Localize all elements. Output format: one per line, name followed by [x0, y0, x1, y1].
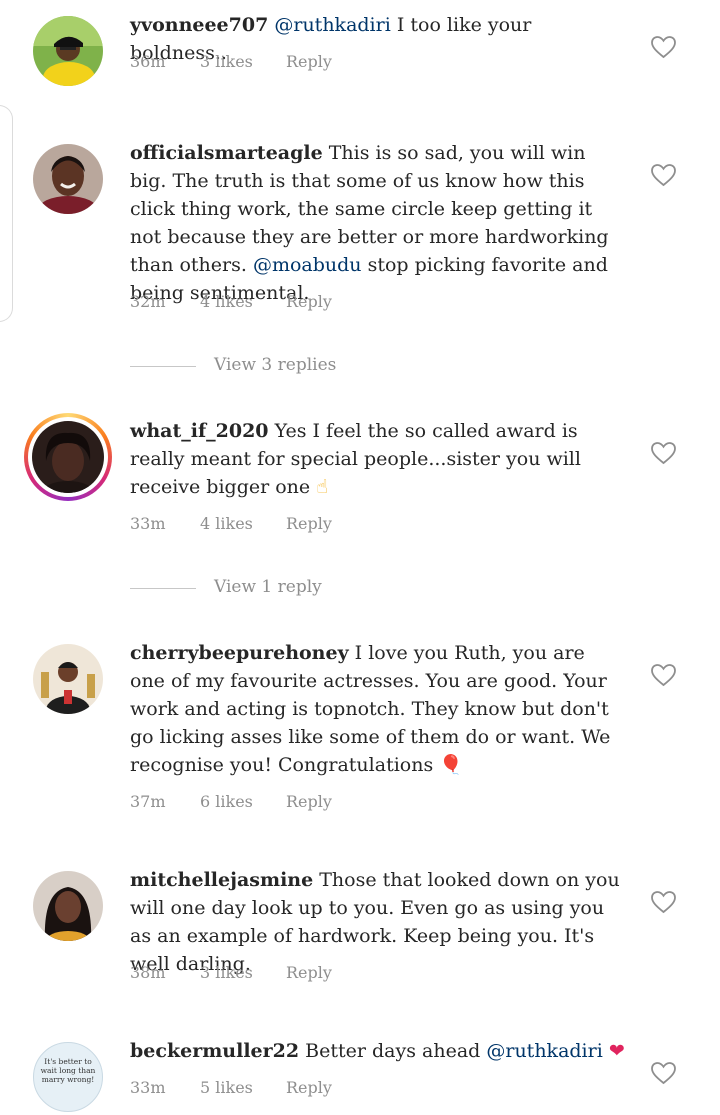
- heart-outline-icon: [651, 442, 676, 465]
- comment-mention[interactable]: @ruthkadiri: [274, 14, 390, 36]
- heart-outline-icon: [651, 164, 676, 187]
- comment-body: what_if_2020 Yes I feel the so called aw…: [130, 417, 625, 501]
- comment-time: 37m: [130, 792, 166, 811]
- like-button[interactable]: [650, 163, 677, 187]
- comment-time: 38m: [130, 963, 166, 982]
- comment-likes[interactable]: 4 likes: [200, 514, 253, 533]
- comment-body: mitchellejasmine Those that looked down …: [130, 866, 625, 978]
- comment-username[interactable]: yvonneee707: [130, 14, 268, 36]
- heart-outline-icon: [651, 36, 676, 59]
- comment-time: 33m: [130, 514, 166, 533]
- comment-username[interactable]: cherrybeepurehoney: [130, 642, 349, 664]
- comment-mention[interactable]: @moabudu: [253, 254, 362, 276]
- comment-body: beckermuller22 Better days ahead @ruthka…: [130, 1037, 625, 1065]
- comment-body: officialsmarteagle This is so sad, you w…: [130, 139, 625, 307]
- heart-outline-icon: [651, 664, 676, 687]
- avatar-image-cherrybeepurehoney: [33, 644, 103, 714]
- comment-likes[interactable]: 3 likes: [200, 963, 253, 982]
- view-replies-label: View 3 replies: [214, 355, 337, 375]
- avatar-quote-text: It's better to wait long than marry wron…: [40, 1057, 96, 1084]
- heart-outline-icon: [651, 891, 676, 914]
- like-button[interactable]: [650, 1061, 677, 1085]
- view-replies-button[interactable]: View 1 reply: [130, 577, 430, 599]
- view-replies-button[interactable]: View 3 replies: [130, 355, 430, 377]
- comment-time: 36m: [130, 52, 166, 71]
- like-button[interactable]: [650, 35, 677, 59]
- comment-body: cherrybeepurehoney I love you Ruth, you …: [130, 639, 625, 779]
- pointing-up-emoji: ☝: [316, 476, 328, 498]
- comment-username[interactable]: mitchellejasmine: [130, 869, 313, 891]
- comment-time: 33m: [130, 1078, 166, 1097]
- side-drawer-tab[interactable]: [0, 105, 13, 322]
- red-heart-emoji: ❤: [608, 1040, 625, 1062]
- reply-button[interactable]: Reply: [286, 963, 332, 982]
- like-button[interactable]: [650, 663, 677, 687]
- reply-button[interactable]: Reply: [286, 792, 332, 811]
- comment-likes[interactable]: 5 likes: [200, 1078, 253, 1097]
- like-button[interactable]: [650, 441, 677, 465]
- comment-username[interactable]: officialsmarteagle: [130, 142, 323, 164]
- avatar[interactable]: [33, 871, 103, 941]
- comment-likes[interactable]: 6 likes: [200, 792, 253, 811]
- comment-text: Better days ahead: [299, 1040, 487, 1062]
- view-replies-label: View 1 reply: [214, 577, 322, 597]
- comment-likes[interactable]: 3 likes: [200, 52, 253, 71]
- avatar[interactable]: [33, 644, 103, 714]
- avatar[interactable]: [33, 16, 103, 86]
- comment-mention[interactable]: @ruthkadiri: [486, 1040, 602, 1062]
- avatar-image-what-if-2020: [32, 421, 104, 493]
- heart-outline-icon: [651, 1062, 676, 1085]
- reply-button[interactable]: Reply: [286, 1078, 332, 1097]
- avatar-image-mitchellejasmine: [33, 871, 103, 941]
- comment-username[interactable]: what_if_2020: [130, 420, 269, 442]
- comment-likes[interactable]: 4 likes: [200, 292, 253, 311]
- avatar-image-officialsmarteagle: [33, 144, 103, 214]
- balloon-emoji: 🎈: [439, 754, 463, 776]
- avatar-with-story-ring[interactable]: [24, 413, 112, 501]
- avatar[interactable]: [33, 144, 103, 214]
- replies-divider: [130, 588, 196, 589]
- like-button[interactable]: [650, 890, 677, 914]
- comment-username[interactable]: beckermuller22: [130, 1040, 299, 1062]
- comment-time: 32m: [130, 292, 166, 311]
- replies-divider: [130, 366, 196, 367]
- reply-button[interactable]: Reply: [286, 514, 332, 533]
- reply-button[interactable]: Reply: [286, 292, 332, 311]
- reply-button[interactable]: Reply: [286, 52, 332, 71]
- avatar-image-yvonneee707: [33, 16, 103, 86]
- avatar[interactable]: It's better to wait long than marry wron…: [33, 1042, 103, 1112]
